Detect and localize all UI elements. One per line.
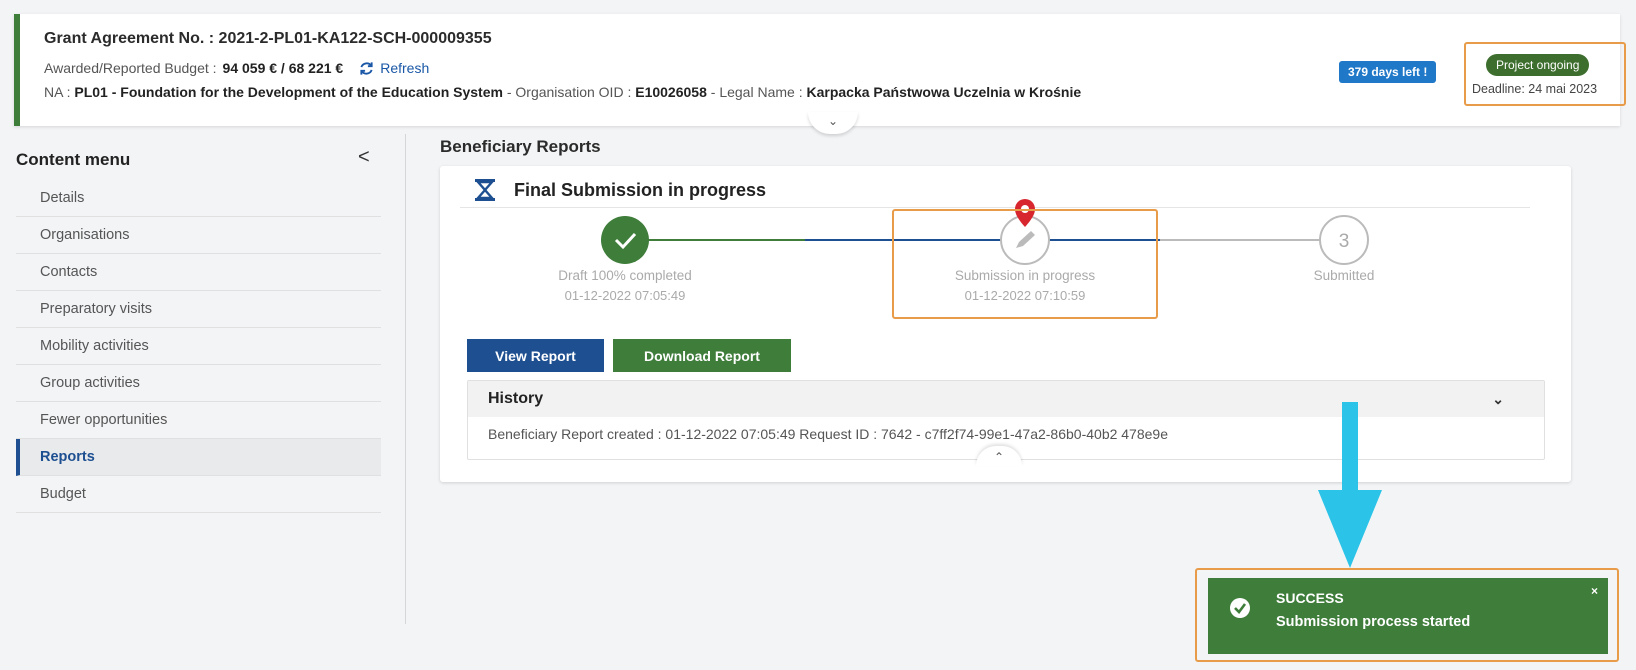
current-step-highlight <box>892 209 1158 319</box>
page-title: Beneficiary Reports <box>440 137 601 156</box>
toast-message: Submission process started <box>1276 614 1471 630</box>
step-pending-icon: 3 <box>1319 215 1369 265</box>
budget-label: Awarded/Reported Budget : <box>44 60 217 76</box>
sidebar-item-details[interactable]: Details <box>16 180 381 217</box>
sidebar-item-reports[interactable]: Reports <box>16 439 381 476</box>
step-1-label: Draft 100% completed <box>558 268 692 283</box>
down-arrow-icon <box>1318 402 1382 568</box>
chevron-down-icon: ⌄ <box>1492 391 1504 407</box>
step-1-date: 01-12-2022 07:05:49 <box>564 288 686 303</box>
toast-title: SUCCESS <box>1276 590 1344 606</box>
view-report-button[interactable]: View Report <box>467 339 604 372</box>
oid-label: - Organisation OID : <box>506 84 632 100</box>
content-menu-title: Content menu <box>16 150 131 169</box>
legal-name-value: Karpacka Państwowa Uczelnia w Krośnie <box>806 84 1082 100</box>
budget-value: 94 059 € / 68 221 € <box>222 60 344 76</box>
refresh-button[interactable]: Refresh <box>359 60 429 76</box>
project-deadline: Deadline: 24 mai 2023 <box>1472 82 1598 96</box>
report-card: Final Submission in progress 3 Draft 100… <box>440 166 1571 482</box>
project-status-highlight: Project ongoing Deadline: 24 mai 2023 <box>1464 42 1626 106</box>
check-circle-icon <box>1230 598 1250 618</box>
grant-agreement-number: Grant Agreement No. : 2021-2-PL01-KA122-… <box>44 30 492 47</box>
chevron-up-icon: ⌃ <box>993 450 1005 464</box>
success-toast: SUCCESS Submission process started × <box>1208 578 1608 654</box>
collapse-menu-button[interactable]: < <box>358 146 370 169</box>
grant-header: Grant Agreement No. : 2021-2-PL01-KA122-… <box>14 14 1626 134</box>
budget-row: Awarded/Reported Budget : 94 059 € / 68 … <box>44 60 429 76</box>
toast-highlight: SUCCESS Submission process started × <box>1195 568 1619 662</box>
step-3-label: Submitted <box>1313 268 1375 283</box>
sidebar-item-mobility-activities[interactable]: Mobility activities <box>16 328 381 365</box>
days-left-badge: 379 days left ! <box>1339 61 1437 83</box>
close-icon[interactable]: × <box>1591 584 1598 598</box>
sidebar-item-organisations[interactable]: Organisations <box>16 217 381 254</box>
sidebar-item-budget[interactable]: Budget <box>16 476 381 513</box>
step-3-number: 3 <box>1339 231 1350 252</box>
oid-value: E10026058 <box>635 84 707 100</box>
sidebar-item-preparatory-visits[interactable]: Preparatory visits <box>16 291 381 328</box>
refresh-label: Refresh <box>380 60 430 76</box>
na-row: NA : PL01 - Foundation for the Developme… <box>44 84 1334 101</box>
header-expand-toggle[interactable]: ⌄ <box>808 112 858 134</box>
na-value: PL01 - Foundation for the Development of… <box>74 84 503 100</box>
history-title: History <box>488 390 544 407</box>
sidebar-item-contacts[interactable]: Contacts <box>16 254 381 291</box>
annotation-arrow <box>1318 402 1382 568</box>
project-status-badge: Project ongoing <box>1486 54 1590 76</box>
download-report-button[interactable]: Download Report <box>613 339 791 372</box>
chevron-down-icon: ⌄ <box>827 114 839 128</box>
legal-name-label: - Legal Name : <box>710 84 803 100</box>
step-completed-icon <box>601 216 649 264</box>
sidebar-item-group-activities[interactable]: Group activities <box>16 365 381 402</box>
refresh-icon <box>360 61 373 75</box>
sidebar-item-fewer-opportunities[interactable]: Fewer opportunities <box>16 402 381 439</box>
menu-list: Details Organisations Contacts Preparato… <box>16 180 381 513</box>
content-menu: Content menu < Details Organisations Con… <box>0 134 406 624</box>
na-label: NA : <box>44 84 71 100</box>
